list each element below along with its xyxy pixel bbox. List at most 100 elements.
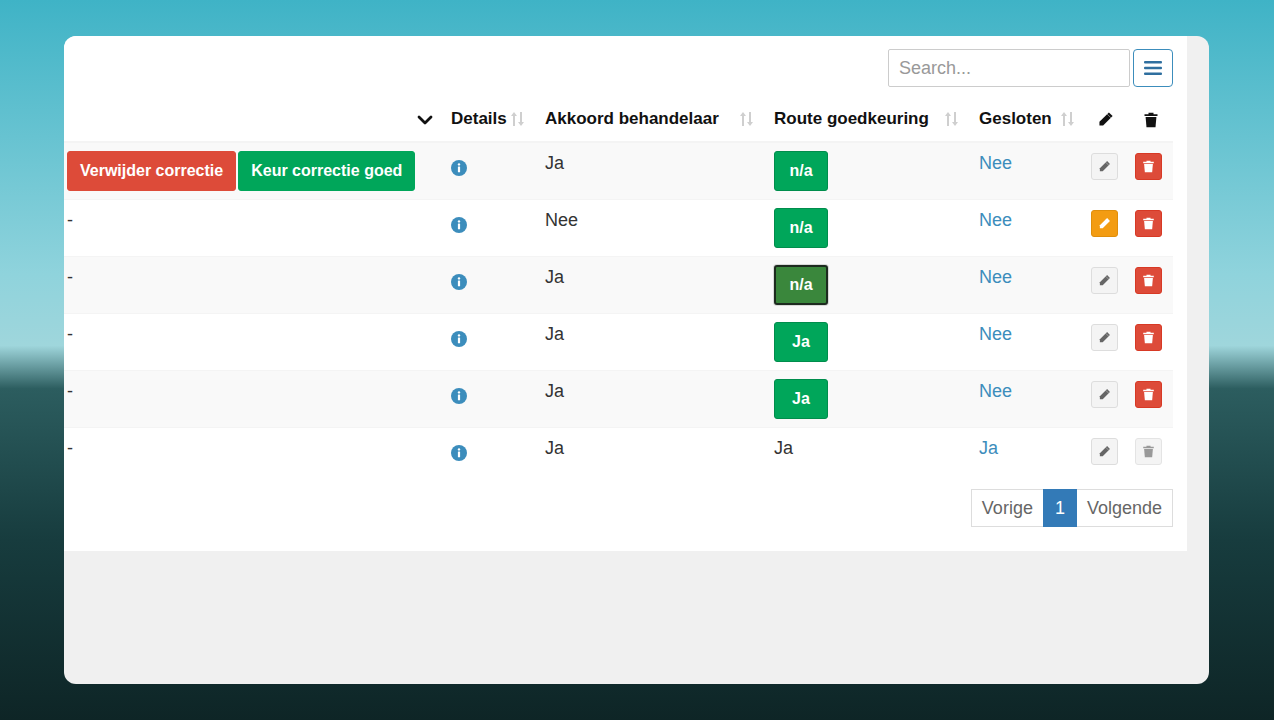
- page-link[interactable]: Vorige: [971, 489, 1044, 527]
- sort-icon: [510, 111, 525, 127]
- first-cell: -: [64, 257, 443, 314]
- correction-action-button[interactable]: Verwijder correctie: [67, 151, 236, 191]
- delete-button[interactable]: [1135, 324, 1162, 351]
- edit-cell: [1087, 142, 1132, 200]
- table-row: - Ja Ja Ja: [64, 428, 1173, 484]
- page-link[interactable]: Volgende: [1076, 489, 1173, 527]
- sort-icon: [739, 111, 754, 127]
- route-approval-button[interactable]: n/a: [774, 208, 828, 248]
- edit-cell: [1087, 200, 1132, 257]
- table-row: -JaJaNee: [64, 371, 1173, 428]
- info-icon: [451, 274, 467, 290]
- delete-cell: [1132, 371, 1173, 428]
- column-header[interactable]: Gesloten: [971, 97, 1087, 142]
- details-cell: [443, 371, 537, 428]
- details-cell: [443, 314, 537, 371]
- gesloten-cell: Nee: [971, 142, 1087, 200]
- route-cell: n/a: [766, 200, 971, 257]
- first-cell-text: -: [67, 210, 73, 230]
- table-row: -Neen/aNee: [64, 200, 1173, 257]
- edit-header: [1087, 97, 1132, 142]
- info-icon: [451, 217, 467, 233]
- expand-header[interactable]: [64, 97, 443, 142]
- content-card: Details Akkoord behandelaar Route goedkeur…: [64, 36, 1209, 684]
- column-menu-button[interactable]: [1133, 49, 1173, 87]
- correction-action-button[interactable]: Keur correctie goed: [238, 151, 415, 191]
- route-approval-button[interactable]: Ja: [774, 379, 828, 419]
- details-button[interactable]: [451, 440, 467, 464]
- delete-button[interactable]: [1135, 267, 1162, 294]
- menu-icon: [1143, 60, 1163, 76]
- gesloten-cell: Ja: [971, 428, 1087, 484]
- delete-cell: [1132, 142, 1173, 200]
- route-cell: Ja: [766, 371, 971, 428]
- delete-button[interactable]: [1135, 381, 1162, 408]
- gesloten-link[interactable]: Nee: [979, 153, 1012, 173]
- route-approval-button[interactable]: n/a: [774, 265, 828, 305]
- route-approval-button[interactable]: Ja: [774, 322, 828, 362]
- pencil-icon: [1098, 331, 1111, 344]
- details-button[interactable]: [451, 269, 467, 293]
- pencil-icon: [1098, 388, 1111, 401]
- details-cell: [443, 142, 537, 200]
- route-approval-button[interactable]: n/a: [774, 151, 828, 191]
- column-header[interactable]: Details: [443, 97, 537, 142]
- trash-icon: [1143, 112, 1159, 128]
- route-approval-text: Ja: [774, 438, 793, 458]
- trash-icon: [1142, 274, 1155, 287]
- details-cell: [443, 200, 537, 257]
- edit-button[interactable]: [1091, 438, 1118, 465]
- first-cell: Verwijder correctieKeur correctie goed: [64, 142, 443, 200]
- page-link[interactable]: 1: [1043, 489, 1077, 527]
- delete-cell: [1132, 314, 1173, 371]
- gesloten-link[interactable]: Nee: [979, 381, 1012, 401]
- edit-button[interactable]: [1091, 210, 1118, 237]
- edit-button[interactable]: [1091, 324, 1118, 351]
- delete-button[interactable]: [1135, 210, 1162, 237]
- pencil-icon: [1098, 160, 1111, 173]
- gesloten-link[interactable]: Ja: [979, 438, 998, 458]
- edit-button[interactable]: [1091, 267, 1118, 294]
- column-header[interactable]: Akkoord behandelaar: [537, 97, 766, 142]
- column-header-content: Akkoord behandelaar: [545, 106, 754, 132]
- first-cell: -: [64, 371, 443, 428]
- route-cell: n/a: [766, 142, 971, 200]
- delete-header: [1132, 97, 1173, 142]
- sort-icon: [944, 111, 959, 127]
- gesloten-link[interactable]: Nee: [979, 324, 1012, 344]
- pencil-icon: [1098, 274, 1111, 287]
- gesloten-cell: Nee: [971, 200, 1087, 257]
- gesloten-link[interactable]: Nee: [979, 267, 1012, 287]
- table-panel: Details Akkoord behandelaar Route goedkeur…: [64, 36, 1187, 551]
- column-header-content: Route goedkeuring: [774, 106, 959, 132]
- pencil-icon: [1098, 445, 1111, 458]
- akkoord-cell: Ja: [537, 142, 766, 200]
- trash-icon: [1142, 217, 1155, 230]
- first-cell-text: -: [67, 438, 73, 458]
- page: Details Akkoord behandelaar Route goedkeur…: [0, 0, 1274, 720]
- trash-icon: [1142, 160, 1155, 173]
- details-button[interactable]: [451, 212, 467, 236]
- edit-cell: [1087, 371, 1132, 428]
- search-field[interactable]: [888, 49, 1130, 87]
- details-button[interactable]: [451, 383, 467, 407]
- delete-button[interactable]: [1135, 153, 1162, 180]
- info-icon: [451, 331, 467, 347]
- column-header[interactable]: Route goedkeuring: [766, 97, 971, 142]
- pencil-icon: [1097, 111, 1114, 128]
- column-label: Akkoord behandelaar: [545, 106, 719, 132]
- trash-icon: [1142, 388, 1155, 401]
- pencil-icon: [1098, 217, 1111, 230]
- akkoord-cell: Ja: [537, 428, 766, 484]
- edit-button[interactable]: [1091, 381, 1118, 408]
- edit-button[interactable]: [1091, 153, 1118, 180]
- details-button[interactable]: [451, 155, 467, 179]
- column-label: Details: [451, 106, 507, 132]
- details-button[interactable]: [451, 326, 467, 350]
- first-cell-text: -: [67, 267, 73, 287]
- info-icon: [451, 445, 467, 461]
- gesloten-link[interactable]: Nee: [979, 210, 1012, 230]
- akkoord-cell: Ja: [537, 257, 766, 314]
- page-item: Vorige: [971, 489, 1044, 527]
- info-icon: [451, 160, 467, 176]
